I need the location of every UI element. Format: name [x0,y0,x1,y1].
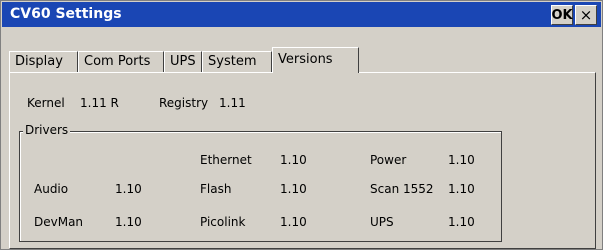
settings-window: CV60 Settings OK × Display Com Ports UPS… [0,0,603,250]
window-title: CV60 Settings [10,6,122,22]
tab-com-ports[interactable]: Com Ports [78,51,164,72]
close-button[interactable]: × [575,5,597,25]
ok-button[interactable]: OK [551,5,573,25]
tab-ups[interactable]: UPS [164,51,202,72]
kernel-label: Kernel [27,96,65,110]
registry-version: 1.11 [219,96,246,110]
driver-name-audio: Audio [34,182,69,196]
driver-version-ups: 1.10 [448,215,475,229]
driver-version-picolink: 1.10 [280,215,307,229]
driver-name-flash: Flash [200,182,232,196]
driver-name-ups: UPS [370,215,394,229]
driver-version-devman: 1.10 [115,215,142,229]
driver-version-flash: 1.10 [280,182,307,196]
driver-name-devman: DevMan [34,215,84,229]
title-bar: CV60 Settings OK × [2,2,601,27]
driver-version-ethernet: 1.10 [280,153,307,167]
active-tab-joint [273,71,358,74]
driver-version-audio: 1.10 [115,182,142,196]
driver-name-power: Power [370,153,407,167]
driver-version-power: 1.10 [448,153,475,167]
kernel-version: 1.11 R [80,96,119,110]
tab-versions[interactable]: Versions [272,47,359,73]
close-icon: × [579,6,593,24]
driver-name-ethernet: Ethernet [200,153,252,167]
drivers-group-title: Drivers [23,123,71,137]
registry-label: Registry [159,96,209,110]
driver-version-scan-1552: 1.10 [448,182,475,196]
driver-name-picolink: Picolink [200,215,246,229]
driver-name-scan-1552: Scan 1552 [370,182,434,196]
tab-system[interactable]: System [202,51,272,72]
tab-display[interactable]: Display [9,51,78,72]
